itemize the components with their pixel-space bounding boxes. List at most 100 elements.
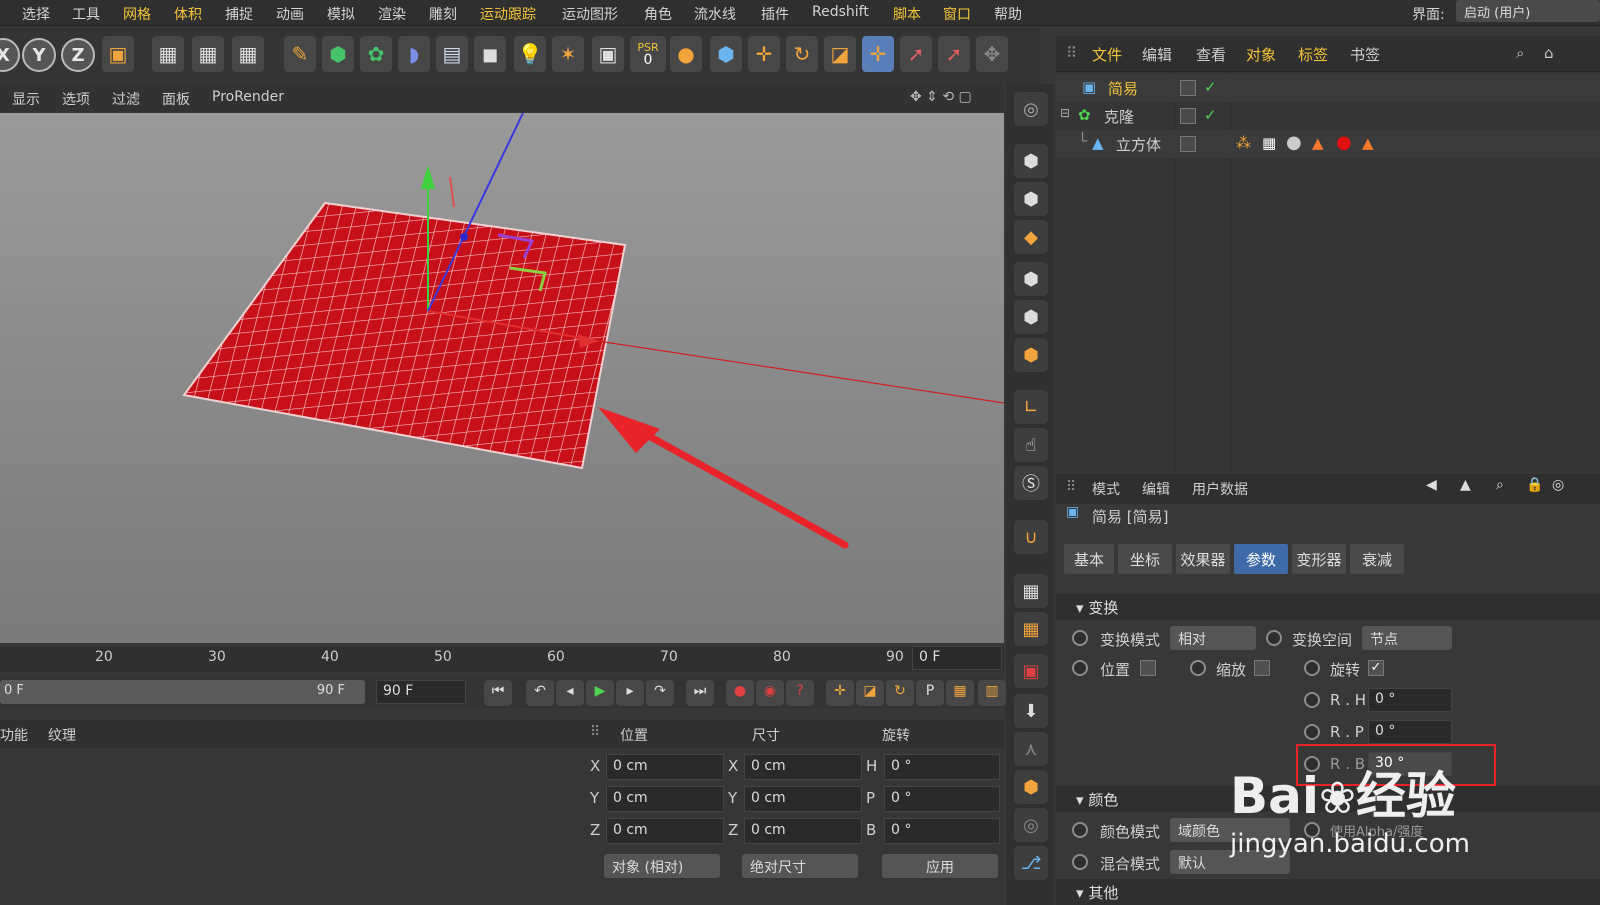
coord-mode-dropdown[interactable]: 对象 (相对)	[604, 854, 720, 878]
collapse-icon[interactable]: ⊟	[1060, 106, 1070, 120]
menu-volume[interactable]: 体积	[174, 4, 202, 24]
subdivision-icon[interactable]: ✿	[360, 36, 392, 72]
om-menu-view[interactable]: 查看	[1196, 44, 1226, 65]
deformer-icon[interactable]: ◗	[398, 36, 430, 72]
section-transform[interactable]: ▾ 变换	[1056, 594, 1600, 620]
python-icon[interactable]: ⎇	[1014, 846, 1048, 880]
rh-field[interactable]: 0 °	[1368, 688, 1452, 712]
key-param-icon[interactable]: P	[916, 680, 944, 706]
om-menu-tags[interactable]: 标签	[1298, 44, 1328, 65]
viewport-menu-panel[interactable]: 面板	[162, 89, 190, 109]
menu-mograph[interactable]: 运动图形	[562, 4, 618, 24]
visibility-check[interactable]: ✓	[1204, 78, 1217, 96]
tab-coord[interactable]: 坐标	[1118, 544, 1172, 574]
object-row-cube[interactable]: └ ▲ 立方体 ⁂ ▦ ● ▲ ● ▲	[1056, 130, 1600, 158]
attr-search-icon[interactable]: ⌕	[1496, 477, 1504, 493]
points-mode-icon[interactable]: ⬢	[1014, 262, 1048, 296]
coordinate-system-icon[interactable]: ▣	[102, 36, 134, 72]
solo-icon[interactable]: Ⓢ	[1014, 466, 1048, 500]
rotation-checkbox[interactable]: ✓	[1368, 660, 1384, 676]
tag-material-red-icon[interactable]: ●	[1336, 132, 1352, 153]
axis-y-button[interactable]: Y	[22, 38, 56, 72]
menu-script[interactable]: 脚本	[893, 4, 921, 24]
om-menu-edit[interactable]: 编辑	[1142, 44, 1172, 65]
current-frame-field[interactable]: 0 F	[912, 646, 1002, 670]
axis-lock-icon[interactable]: ●	[670, 36, 702, 72]
layer-box[interactable]	[1180, 108, 1196, 124]
3d-viewport[interactable]	[0, 113, 1004, 643]
menu-character[interactable]: 角色	[644, 4, 672, 24]
camera-icon[interactable]: ◼	[474, 36, 506, 72]
pos-x-field[interactable]: 0 cm	[606, 754, 724, 780]
timeline-ruler[interactable]: 20 30 40 50 60 70 80 90 0 F	[0, 646, 1004, 672]
scale-icon[interactable]: ◪	[824, 36, 856, 72]
scale-checkbox[interactable]	[1254, 660, 1270, 676]
tab-deformer[interactable]: 变形器	[1292, 544, 1346, 574]
viewport-menu-prorender[interactable]: ProRender	[212, 89, 284, 105]
position-checkbox[interactable]	[1140, 660, 1156, 676]
layer-box[interactable]	[1180, 80, 1196, 96]
layout-dropdown[interactable]: 启动 (用户)	[1456, 0, 1600, 22]
back-arrow-icon[interactable]: ◀	[1426, 477, 1437, 493]
select-arrow-icon[interactable]: ➚	[900, 36, 932, 72]
snap-icon[interactable]: ∪	[1014, 520, 1048, 554]
sculpt-icon[interactable]: ◎	[1014, 808, 1048, 842]
apply-button[interactable]: 应用	[882, 854, 998, 878]
polygons-mode-icon[interactable]: ⬢	[1014, 338, 1048, 372]
play-icon[interactable]: ▶	[586, 680, 614, 706]
tab-parameter[interactable]: 参数	[1234, 544, 1288, 574]
rotation-radio[interactable]	[1304, 660, 1320, 676]
transform-space-dropdown[interactable]: 节点	[1362, 626, 1452, 650]
menu-simulate[interactable]: 模拟	[327, 4, 355, 24]
transform-mode-dropdown[interactable]: 相对	[1170, 626, 1256, 650]
transform-mode-radio[interactable]	[1072, 630, 1088, 646]
menu-animate[interactable]: 动画	[276, 4, 304, 24]
goto-end-icon[interactable]: ⏭	[686, 680, 714, 706]
rot-b-field[interactable]: 0 °	[884, 818, 1000, 844]
transform-icon[interactable]: ✥	[976, 36, 1008, 72]
workplane-icon[interactable]: ◆	[1014, 220, 1048, 254]
goto-start-icon[interactable]: ⏮	[484, 680, 512, 706]
menu-tools[interactable]: 工具	[72, 4, 100, 24]
material-menu-function[interactable]: 功能	[0, 725, 28, 745]
max-frame-field[interactable]: 90 F	[376, 680, 466, 704]
viewport-nav-icons[interactable]: ✥ ⇕ ⟲ ▢	[910, 89, 972, 105]
section-other[interactable]: ▾ 其他	[1056, 879, 1600, 905]
menu-help[interactable]: 帮助	[994, 4, 1022, 24]
object-row-fracture[interactable]: ▣ 简易 ✓	[1056, 74, 1600, 102]
viewport-solo-icon[interactable]: ▣	[1014, 654, 1048, 688]
new-manager-icon[interactable]: ◎	[1552, 477, 1564, 493]
cube-primitive-icon[interactable]: ⬢	[322, 36, 354, 72]
tag-phong-icon[interactable]: ▲	[1312, 134, 1324, 152]
tab-falloff[interactable]: 衰减	[1350, 544, 1404, 574]
edges-mode-icon[interactable]: ⬢	[1014, 300, 1048, 334]
texture-mode-icon[interactable]: ⬢	[1014, 182, 1048, 216]
size-z-field[interactable]: 0 cm	[744, 818, 862, 844]
om-home-icon[interactable]: ⌂	[1544, 44, 1554, 62]
axis-x-button[interactable]: X	[0, 38, 20, 72]
move-icon[interactable]: ✛	[748, 36, 780, 72]
attr-menu-edit[interactable]: 编辑	[1142, 479, 1170, 499]
menu-mesh[interactable]: 网格	[123, 4, 151, 24]
tag-material-grey-icon[interactable]: ●	[1286, 132, 1302, 153]
menu-render[interactable]: 渲染	[378, 4, 406, 24]
tag-mograph-icon[interactable]: ⁂	[1236, 134, 1251, 152]
render-settings-icon[interactable]: ▦	[232, 36, 264, 72]
rp-field[interactable]: 0 °	[1368, 720, 1452, 744]
om-menu-file[interactable]: 文件	[1092, 44, 1122, 65]
light-icon[interactable]: 💡	[514, 36, 546, 72]
om-search-icon[interactable]: ⌕	[1516, 44, 1524, 62]
next-frame-icon[interactable]: ▸	[616, 680, 644, 706]
timeline-window-icon[interactable]: ▥	[978, 680, 1006, 706]
axis-z-button[interactable]: Z	[61, 38, 95, 72]
menu-plugins[interactable]: 插件	[761, 4, 789, 24]
attr-menu-mode[interactable]: 模式	[1092, 479, 1120, 499]
axis-mode-icon[interactable]: ∟	[1014, 390, 1048, 424]
character-icon[interactable]: ⋏	[1014, 732, 1048, 766]
menu-motion-tracking[interactable]: 运动跟踪	[480, 4, 536, 24]
tab-effectors[interactable]: 效果器	[1176, 544, 1230, 574]
pos-z-field[interactable]: 0 cm	[606, 818, 724, 844]
menu-snap[interactable]: 捕捉	[225, 4, 253, 24]
object-icon[interactable]: ⬢	[1014, 770, 1048, 804]
size-mode-dropdown[interactable]: 绝对尺寸	[742, 854, 858, 878]
